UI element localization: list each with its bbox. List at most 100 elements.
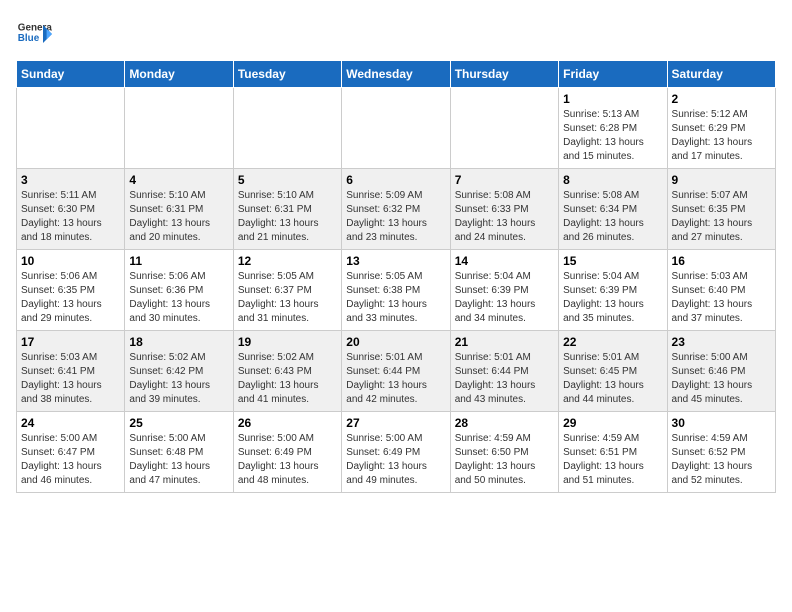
calendar-day bbox=[342, 88, 450, 169]
calendar-day: 5 Sunrise: 5:10 AM Sunset: 6:31 PM Daylig… bbox=[233, 169, 341, 250]
calendar-day: 11 Sunrise: 5:06 AM Sunset: 6:36 PM Dayli… bbox=[125, 250, 233, 331]
day-info: Sunrise: 5:02 AM Sunset: 6:43 PM Dayligh… bbox=[238, 351, 337, 407]
calendar-day: 16 Sunrise: 5:03 AM Sunset: 6:40 PM Dayli… bbox=[667, 250, 775, 331]
day-number: 14 bbox=[455, 254, 554, 268]
calendar-day: 28Sunrise: 4:59 AM Sunset: 6:50 PM Dayli… bbox=[450, 412, 558, 493]
day-number: 3 bbox=[21, 173, 120, 187]
day-number: 5 bbox=[238, 173, 337, 187]
day-info: Sunrise: 5:12 AM Sunset: 6:29 PM Dayligh… bbox=[672, 108, 771, 164]
calendar-day: 9 Sunrise: 5:07 AM Sunset: 6:35 PM Daylig… bbox=[667, 169, 775, 250]
day-info: Sunrise: 5:00 AM Sunset: 6:46 PM Dayligh… bbox=[672, 351, 771, 407]
calendar-week-4: 17 Sunrise: 5:03 AM Sunset: 6:41 PM Dayli… bbox=[17, 331, 776, 412]
day-info: Sunrise: 5:06 AM Sunset: 6:36 PM Dayligh… bbox=[129, 270, 228, 326]
calendar-week-2: 3 Sunrise: 5:11 AM Sunset: 6:30 PM Daylig… bbox=[17, 169, 776, 250]
calendar-day: 19 Sunrise: 5:02 AM Sunset: 6:43 PM Dayli… bbox=[233, 331, 341, 412]
day-info: Sunrise: 5:04 AM Sunset: 6:39 PM Dayligh… bbox=[563, 270, 662, 326]
day-number: 20 bbox=[346, 335, 445, 349]
calendar-day: 7 Sunrise: 5:08 AM Sunset: 6:33 PM Daylig… bbox=[450, 169, 558, 250]
day-number: 12 bbox=[238, 254, 337, 268]
calendar-day bbox=[450, 88, 558, 169]
day-info: Sunrise: 5:08 AM Sunset: 6:33 PM Dayligh… bbox=[455, 189, 554, 245]
day-number: 19 bbox=[238, 335, 337, 349]
day-info: Sunrise: 5:04 AM Sunset: 6:39 PM Dayligh… bbox=[455, 270, 554, 326]
day-number: 22 bbox=[563, 335, 662, 349]
day-number: 7 bbox=[455, 173, 554, 187]
weekday-header-saturday: Saturday bbox=[667, 61, 775, 88]
day-number: 23 bbox=[672, 335, 771, 349]
day-number: 29 bbox=[563, 416, 662, 430]
day-info: Sunrise: 5:05 AM Sunset: 6:38 PM Dayligh… bbox=[346, 270, 445, 326]
day-number: 17 bbox=[21, 335, 120, 349]
calendar-day: 22 Sunrise: 5:01 AM Sunset: 6:45 PM Dayli… bbox=[559, 331, 667, 412]
day-info: Sunrise: 5:10 AM Sunset: 6:31 PM Dayligh… bbox=[238, 189, 337, 245]
day-number: 2 bbox=[672, 92, 771, 106]
day-number: 24 bbox=[21, 416, 120, 430]
day-number: 6 bbox=[346, 173, 445, 187]
calendar-day: 18Sunrise: 5:02 AM Sunset: 6:42 PM Dayli… bbox=[125, 331, 233, 412]
day-info: Sunrise: 5:03 AM Sunset: 6:40 PM Dayligh… bbox=[672, 270, 771, 326]
weekday-header-wednesday: Wednesday bbox=[342, 61, 450, 88]
day-number: 30 bbox=[672, 416, 771, 430]
calendar-day: 6 Sunrise: 5:09 AM Sunset: 6:32 PM Daylig… bbox=[342, 169, 450, 250]
day-info: Sunrise: 5:02 AM Sunset: 6:42 PM Dayligh… bbox=[129, 351, 228, 407]
day-number: 10 bbox=[21, 254, 120, 268]
day-info: Sunrise: 5:09 AM Sunset: 6:32 PM Dayligh… bbox=[346, 189, 445, 245]
calendar-day: 29Sunrise: 4:59 AM Sunset: 6:51 PM Dayli… bbox=[559, 412, 667, 493]
calendar-table: SundayMondayTuesdayWednesdayThursdayFrid… bbox=[16, 60, 776, 493]
day-info: Sunrise: 5:03 AM Sunset: 6:41 PM Dayligh… bbox=[21, 351, 120, 407]
calendar-day: 23 Sunrise: 5:00 AM Sunset: 6:46 PM Dayli… bbox=[667, 331, 775, 412]
weekday-header-sunday: Sunday bbox=[17, 61, 125, 88]
day-info: Sunrise: 5:01 AM Sunset: 6:45 PM Dayligh… bbox=[563, 351, 662, 407]
day-number: 28 bbox=[455, 416, 554, 430]
day-info: Sunrise: 5:00 AM Sunset: 6:49 PM Dayligh… bbox=[346, 432, 445, 488]
calendar-day: 30Sunrise: 4:59 AM Sunset: 6:52 PM Dayli… bbox=[667, 412, 775, 493]
calendar-day: 17 Sunrise: 5:03 AM Sunset: 6:41 PM Dayli… bbox=[17, 331, 125, 412]
calendar-day bbox=[233, 88, 341, 169]
calendar-day: 14 Sunrise: 5:04 AM Sunset: 6:39 PM Dayli… bbox=[450, 250, 558, 331]
day-info: Sunrise: 5:01 AM Sunset: 6:44 PM Dayligh… bbox=[455, 351, 554, 407]
day-info: Sunrise: 5:13 AM Sunset: 6:28 PM Dayligh… bbox=[563, 108, 662, 164]
calendar-day: 24 Sunrise: 5:00 AM Sunset: 6:47 PM Dayli… bbox=[17, 412, 125, 493]
day-number: 15 bbox=[563, 254, 662, 268]
day-info: Sunrise: 5:00 AM Sunset: 6:49 PM Dayligh… bbox=[238, 432, 337, 488]
calendar-day: 15 Sunrise: 5:04 AM Sunset: 6:39 PM Dayli… bbox=[559, 250, 667, 331]
calendar-day: 12 Sunrise: 5:05 AM Sunset: 6:37 PM Dayli… bbox=[233, 250, 341, 331]
day-info: Sunrise: 5:06 AM Sunset: 6:35 PM Dayligh… bbox=[21, 270, 120, 326]
weekday-header-thursday: Thursday bbox=[450, 61, 558, 88]
day-number: 9 bbox=[672, 173, 771, 187]
calendar-day: 13Sunrise: 5:05 AM Sunset: 6:38 PM Dayli… bbox=[342, 250, 450, 331]
calendar-day: 1 Sunrise: 5:13 AM Sunset: 6:28 PM Daylig… bbox=[559, 88, 667, 169]
day-info: Sunrise: 5:05 AM Sunset: 6:37 PM Dayligh… bbox=[238, 270, 337, 326]
day-number: 25 bbox=[129, 416, 228, 430]
calendar-day: 4 Sunrise: 5:10 AM Sunset: 6:31 PM Daylig… bbox=[125, 169, 233, 250]
day-number: 4 bbox=[129, 173, 228, 187]
day-info: Sunrise: 5:07 AM Sunset: 6:35 PM Dayligh… bbox=[672, 189, 771, 245]
day-number: 8 bbox=[563, 173, 662, 187]
weekday-header-monday: Monday bbox=[125, 61, 233, 88]
calendar-day bbox=[125, 88, 233, 169]
calendar-week-5: 24 Sunrise: 5:00 AM Sunset: 6:47 PM Dayli… bbox=[17, 412, 776, 493]
calendar-day bbox=[17, 88, 125, 169]
calendar-day: 10 Sunrise: 5:06 AM Sunset: 6:35 PM Dayli… bbox=[17, 250, 125, 331]
calendar-day: 2 Sunrise: 5:12 AM Sunset: 6:29 PM Daylig… bbox=[667, 88, 775, 169]
day-number: 27 bbox=[346, 416, 445, 430]
weekday-header-friday: Friday bbox=[559, 61, 667, 88]
calendar-week-3: 10 Sunrise: 5:06 AM Sunset: 6:35 PM Dayli… bbox=[17, 250, 776, 331]
weekday-header-tuesday: Tuesday bbox=[233, 61, 341, 88]
day-number: 11 bbox=[129, 254, 228, 268]
logo-icon: General Blue bbox=[16, 16, 52, 52]
calendar-day: 27 Sunrise: 5:00 AM Sunset: 6:49 PM Dayli… bbox=[342, 412, 450, 493]
day-info: Sunrise: 5:00 AM Sunset: 6:47 PM Dayligh… bbox=[21, 432, 120, 488]
day-info: Sunrise: 5:10 AM Sunset: 6:31 PM Dayligh… bbox=[129, 189, 228, 245]
day-info: Sunrise: 5:11 AM Sunset: 6:30 PM Dayligh… bbox=[21, 189, 120, 245]
weekday-header-row: SundayMondayTuesdayWednesdayThursdayFrid… bbox=[17, 61, 776, 88]
day-number: 26 bbox=[238, 416, 337, 430]
calendar-week-1: 1 Sunrise: 5:13 AM Sunset: 6:28 PM Daylig… bbox=[17, 88, 776, 169]
day-number: 16 bbox=[672, 254, 771, 268]
svg-text:Blue: Blue bbox=[18, 33, 40, 44]
logo: General Blue bbox=[16, 16, 52, 52]
calendar-day: 8 Sunrise: 5:08 AM Sunset: 6:34 PM Daylig… bbox=[559, 169, 667, 250]
day-number: 1 bbox=[563, 92, 662, 106]
day-info: Sunrise: 5:01 AM Sunset: 6:44 PM Dayligh… bbox=[346, 351, 445, 407]
day-info: Sunrise: 5:08 AM Sunset: 6:34 PM Dayligh… bbox=[563, 189, 662, 245]
